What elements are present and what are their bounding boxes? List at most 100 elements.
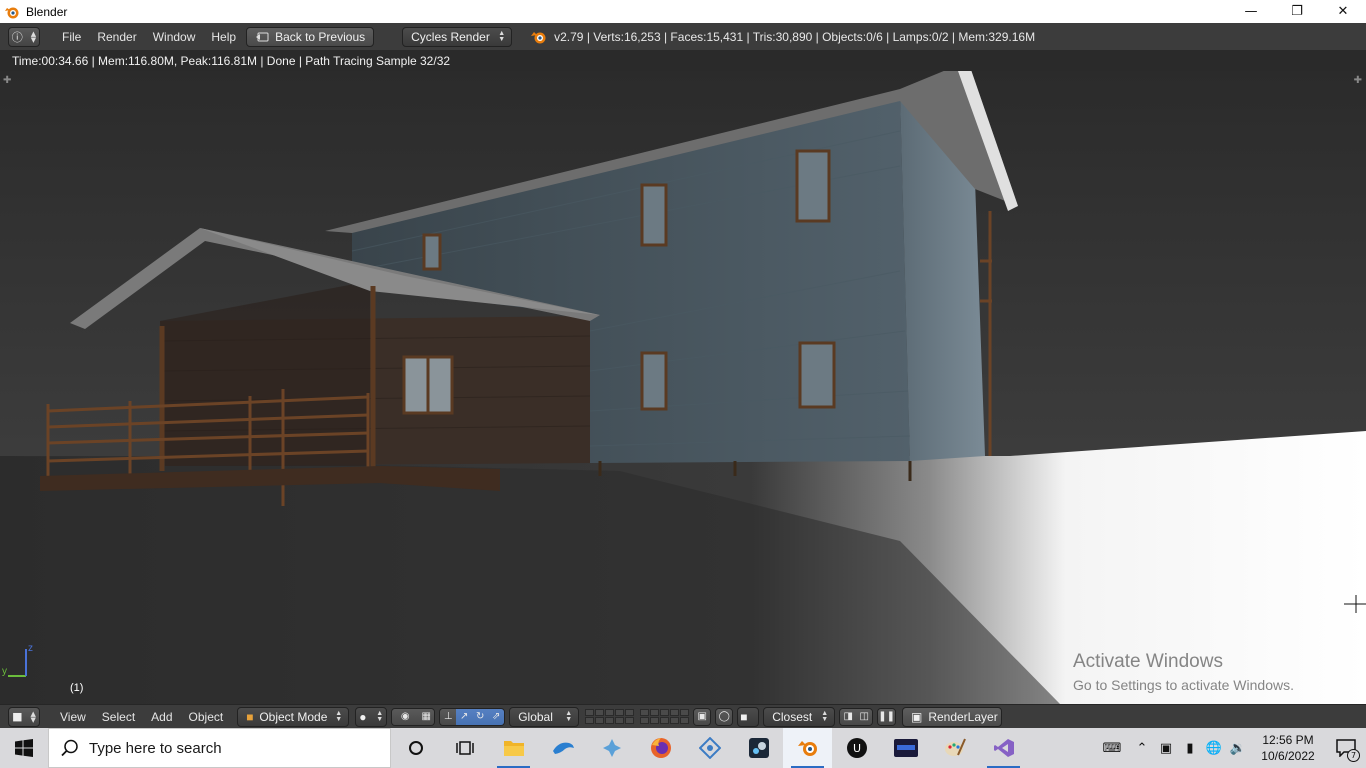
orientation-value: Global — [518, 709, 553, 724]
start-button[interactable] — [0, 728, 48, 768]
render-animation-icon[interactable]: ◫ — [856, 708, 873, 725]
clock-time: 12:56 PM — [1262, 733, 1314, 747]
action-center-button[interactable]: 7 — [1326, 728, 1366, 768]
render-status-bar: Time:00:34.66 | Mem:116.80M, Peak:116.81… — [0, 51, 1366, 71]
minimize-button[interactable]: — — [1228, 0, 1274, 23]
taskbar-visual-studio[interactable] — [979, 728, 1028, 768]
minimize-icon: — — [1244, 4, 1258, 19]
area-split-icon[interactable]: ✚ — [3, 75, 11, 86]
3d-viewport[interactable]: z y ✚ ✚ (1) Activate Windows Go to Setti… — [0, 71, 1366, 704]
keyboard-layout-button[interactable]: ⌨ — [1094, 728, 1130, 768]
proportional-edit-icon[interactable]: ◯ — [716, 708, 733, 725]
menu-help[interactable]: Help — [203, 27, 244, 47]
menu-view[interactable]: View — [52, 707, 94, 727]
menu-add[interactable]: Add — [143, 707, 180, 727]
menu-file[interactable]: File — [54, 27, 89, 47]
notification-count: 7 — [1347, 749, 1360, 762]
file-explorer-icon — [503, 741, 524, 756]
manipulator-toggle-icon[interactable]: ▦ — [418, 708, 435, 725]
battery-button[interactable]: ▮ — [1178, 728, 1202, 768]
restore-icon: ❐ — [1291, 4, 1303, 19]
network-button[interactable]: 🌐 — [1202, 728, 1226, 768]
3d-view-header: ■ ▲ ▼ View Select Add Object ■ Object Mode… — [0, 704, 1366, 728]
taskbar-paint[interactable] — [930, 728, 979, 768]
render-layer-icon: ▣ — [910, 709, 923, 724]
firefox-icon — [650, 738, 671, 758]
back-to-previous-label: Back to Previous — [275, 29, 366, 44]
manipulator-axes-icon[interactable]: ⊥ — [440, 708, 457, 725]
search-placeholder: Type here to search — [89, 739, 222, 757]
taskbar-blender[interactable] — [783, 728, 832, 768]
lock-camera-icon[interactable]: ▣ — [694, 708, 711, 725]
layers-grid-1[interactable] — [585, 709, 635, 724]
maximize-button[interactable]: ❐ — [1274, 0, 1320, 23]
snap-target-dropdown[interactable]: Closest ▲ ▼ — [763, 706, 836, 727]
translate-icon[interactable]: ↗ — [456, 708, 473, 725]
menu-render[interactable]: Render — [89, 27, 144, 47]
viewport-shading-dropdown[interactable]: ● ▲ ▼ — [355, 706, 388, 727]
menu-select[interactable]: Select — [94, 707, 143, 727]
info-icon: ⓘ — [11, 30, 23, 44]
svg-text:U: U — [852, 742, 860, 755]
show-hidden-icons-button[interactable]: ⌃ — [1130, 728, 1154, 768]
lock-layers-group: ▣ — [693, 707, 712, 726]
device-icon: ▣ — [1159, 740, 1173, 756]
object-mode-icon: ■ — [246, 709, 254, 724]
task-view-button[interactable] — [440, 728, 489, 768]
render-status-text: Time:00:34.66 | Mem:116.80M, Peak:116.81… — [12, 54, 451, 68]
snap-element-dropdown[interactable]: ■ — [737, 706, 760, 727]
scale-icon[interactable]: ⇗ — [488, 708, 505, 725]
close-icon: ✕ — [1337, 4, 1349, 19]
z-axis-label: z — [28, 643, 33, 654]
render-still-icon[interactable]: ◨ — [840, 708, 857, 725]
transform-orientation-dropdown[interactable]: Global ▲ ▼ — [509, 706, 580, 727]
taskbar-app-5[interactable] — [685, 728, 734, 768]
back-to-previous-button[interactable]: Back to Previous — [246, 26, 375, 47]
editor-type-selector[interactable]: ■ ▲ ▼ — [8, 706, 40, 727]
blender-icon — [797, 741, 817, 756]
chevron-up-icon: ⌃ — [1136, 740, 1148, 756]
frame-label: (1) — [70, 682, 84, 694]
info-header: ⓘ ▲ ▼ File Render Window Help Back to Prev… — [0, 23, 1366, 51]
render-layer-field[interactable]: ▣ RenderLayer — [901, 706, 1002, 727]
taskbar-app-10[interactable] — [881, 728, 930, 768]
taskbar-firefox[interactable] — [636, 728, 685, 768]
close-button[interactable]: ✕ — [1320, 0, 1366, 23]
tray-device-button[interactable]: ▣ — [1154, 728, 1178, 768]
menu-window[interactable]: Window — [145, 27, 204, 47]
y-axis-label: y — [2, 666, 7, 677]
menu-object[interactable]: Object — [181, 707, 232, 727]
pivot-point-icon[interactable]: ◉ — [392, 708, 419, 725]
pause-icon[interactable]: ❚❚ — [878, 708, 895, 725]
volume-button[interactable]: 🔉 — [1226, 728, 1250, 768]
layers-grid-2[interactable] — [640, 709, 690, 724]
blender-logo-icon — [531, 31, 546, 43]
taskbar-unreal[interactable]: U — [832, 728, 881, 768]
transform-manipulator-group: ⊥ ↗ ↻ ⇗ — [439, 707, 506, 726]
shading-sphere-icon: ● — [359, 709, 367, 724]
render-engine-dropdown[interactable]: Cycles Render ▲ ▼ — [402, 26, 513, 47]
taskbar-app-dolphin[interactable] — [538, 728, 587, 768]
taskbar-file-explorer[interactable] — [489, 728, 538, 768]
taskbar-search[interactable]: Type here to search — [48, 728, 391, 768]
scene-stats: v2.79 | Verts:16,253 | Faces:15,431 | Tr… — [554, 29, 1036, 44]
window-title-bar: Blender — ❐ ✕ — [0, 0, 1366, 23]
mode-value: Object Mode — [259, 709, 328, 724]
snap-magnet-icon: ■ — [740, 709, 748, 724]
pivot-group: ◉ ▦ — [391, 707, 436, 726]
app-icon — [893, 739, 918, 757]
cortana-button[interactable] — [391, 728, 440, 768]
task-view-icon — [455, 741, 474, 755]
battery-icon: ▮ — [1186, 740, 1194, 756]
taskbar-clock[interactable]: 12:56 PM 10/6/2022 — [1250, 732, 1326, 764]
app-icon — [602, 739, 621, 757]
render-buttons-group: ◨ ◫ — [839, 707, 874, 726]
mode-dropdown[interactable]: ■ Object Mode ▲ ▼ — [237, 706, 350, 727]
snap-target-value: Closest — [772, 709, 813, 724]
area-split-icon[interactable]: ✚ — [1354, 75, 1362, 86]
rotate-icon[interactable]: ↻ — [472, 708, 489, 725]
editor-type-selector[interactable]: ⓘ ▲ ▼ — [8, 26, 40, 47]
3d-view-icon: ■ — [12, 710, 23, 723]
taskbar-app-3[interactable] — [587, 728, 636, 768]
taskbar-app-steam[interactable] — [734, 728, 783, 768]
